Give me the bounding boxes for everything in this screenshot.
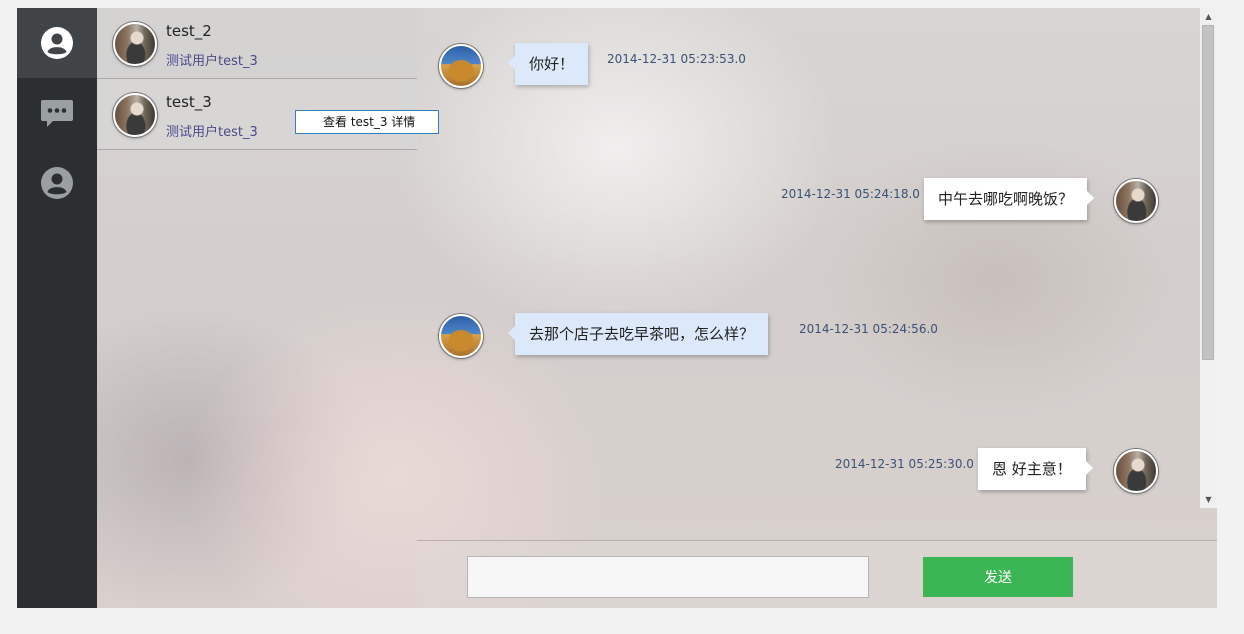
message-bubble: 中午去哪吃啊晚饭？ [924, 178, 1095, 220]
user-icon [41, 167, 73, 199]
message-time: 2014-12-31 05:24:18.0 [781, 187, 920, 201]
message-bubble: 恩 好主意！ [978, 448, 1093, 490]
message-bubble: 你好！ [507, 43, 589, 85]
nav-item-contacts[interactable] [17, 148, 97, 218]
avatar [113, 93, 157, 137]
avatar [439, 44, 483, 88]
scrollbar-thumb[interactable] [1202, 25, 1214, 360]
contact-item[interactable]: test_2 测试用户test_3 [97, 8, 417, 79]
side-nav [17, 8, 97, 608]
tooltip-text: 查看 test_3 详情 [323, 115, 416, 129]
contact-name: test_2 [166, 22, 212, 40]
avatar [1114, 449, 1158, 493]
tooltip: 查看 test_3 详情 [295, 110, 439, 134]
message-time: 2014-12-31 05:25:30.0 [835, 457, 974, 471]
message-bubble: 去那个店子去吃早茶吧，怎么样？ [507, 313, 769, 355]
message-input[interactable] [467, 556, 869, 598]
contact-subtitle: 测试用户test_3 [166, 54, 258, 69]
message-area[interactable]: 你好！ 2014-12-31 05:23:53.0 2014-12-31 05:… [417, 8, 1217, 608]
avatar [439, 314, 483, 358]
nav-item-chats[interactable] [17, 78, 97, 148]
scroll-down-arrow-icon[interactable]: ▼ [1200, 491, 1217, 508]
scroll-up-arrow-icon[interactable]: ▲ [1200, 8, 1217, 25]
user-icon [41, 27, 73, 59]
contact-subtitle: 测试用户test_3 [166, 125, 258, 140]
contact-list: test_2 测试用户test_3 test_3 测试用户test_3 [97, 8, 417, 608]
composer-bar: 发送 [417, 540, 1217, 608]
nav-item-profile[interactable] [17, 8, 97, 78]
chat-app-window: test_2 测试用户test_3 test_3 测试用户test_3 你好！ … [17, 8, 1217, 608]
chat-bubble-icon [41, 100, 73, 127]
avatar [1114, 179, 1158, 223]
message-time: 2014-12-31 05:23:53.0 [607, 52, 746, 66]
message-time: 2014-12-31 05:24:56.0 [799, 322, 938, 336]
send-button[interactable]: 发送 [923, 557, 1073, 597]
message-scrollbar[interactable]: ▲ ▼ [1200, 8, 1217, 508]
contact-name: test_3 [166, 93, 212, 111]
avatar [113, 22, 157, 66]
